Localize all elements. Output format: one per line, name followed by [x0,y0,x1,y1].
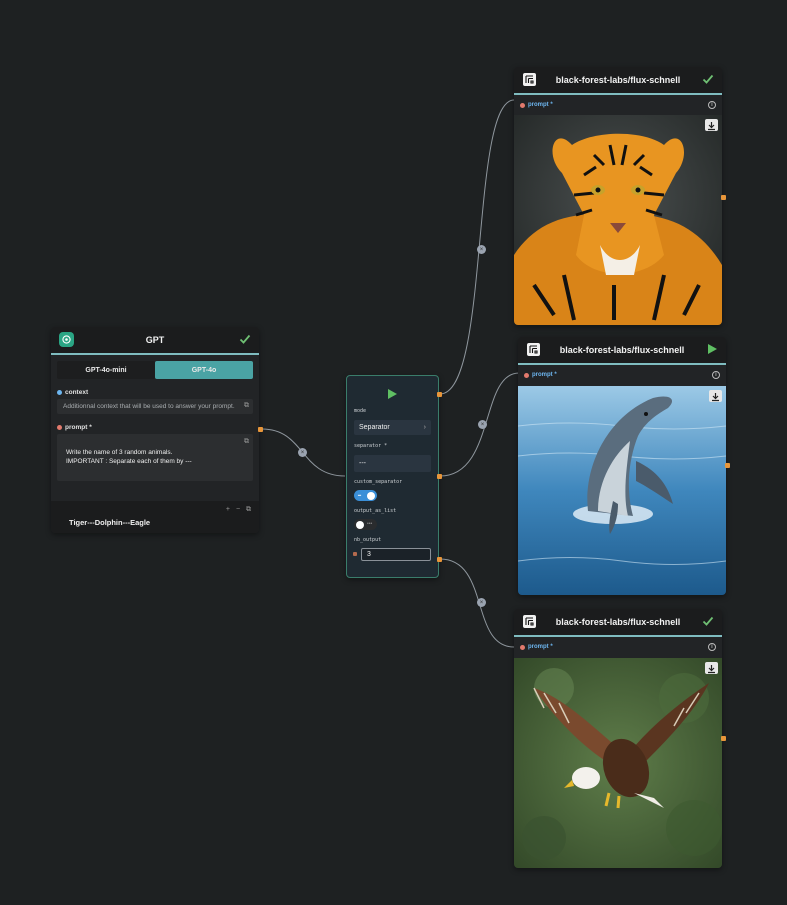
separator-output-port-3[interactable] [437,557,442,562]
generated-image-eagle [514,658,722,868]
separator-node[interactable]: mode Separator › separator * --- custom_… [346,375,439,578]
prompt-input-row[interactable]: prompt * i [514,637,722,657]
custom-separator-label: custom_separator [354,479,403,485]
gpt-output-text: Tiger---Dolphin---Eagle [69,518,151,527]
context-port-dot[interactable] [57,389,62,395]
tab-gpt-4o[interactable]: GPT-4o [155,361,253,379]
separator-value: --- [359,460,366,467]
separator-output-port-2[interactable] [437,474,442,479]
gpt-logo-icon [59,332,74,347]
flux-node-header[interactable]: black-forest-labs/flux-schnell [514,609,722,635]
prompt-port-dot[interactable] [57,424,62,430]
context-placeholder: Additionnal context that will be used to… [63,403,235,410]
remove-edge-icon[interactable]: × [298,448,307,457]
mode-label: mode [354,408,367,414]
model-tabs: GPT-4o-mini GPT-4o [57,361,253,379]
flux-logo-icon [523,615,536,628]
generated-image-dolphin [518,386,726,595]
remove-edge-icon[interactable]: × [477,245,486,254]
play-icon[interactable] [706,343,718,355]
nb-output-input[interactable]: 3 [361,548,431,561]
external-link-icon[interactable]: ⧉ [244,437,249,446]
prompt-port-dot[interactable] [524,372,529,378]
nb-output-label: nb_output [354,537,382,543]
flux-logo-icon [527,343,540,356]
separator-output-port-1[interactable] [437,392,442,397]
chevron-right-icon: › [423,424,426,431]
mode-value: Separator [359,424,390,431]
gpt-output-panel: + − ⧉ Tiger---Dolphin---Eagle [51,501,259,533]
header-accent-line [51,353,259,355]
prompt-label-text: prompt * [528,644,553,650]
info-icon[interactable]: i [708,643,716,651]
nb-output-port[interactable] [353,552,357,556]
prompt-label-text: prompt * [528,102,553,108]
prompt-label-text: prompt * [65,423,92,431]
nb-output-value: 3 [367,551,371,558]
remove-edge-icon[interactable]: × [478,420,487,429]
info-icon[interactable]: i [712,371,720,379]
check-icon [239,334,251,344]
flux-node-title: black-forest-labs/flux-schnell [559,345,685,355]
gpt-node-title: GPT [145,335,165,345]
flux-output-port[interactable] [725,463,730,468]
context-label: context [57,388,259,396]
download-icon[interactable] [705,119,718,131]
flux-output-port[interactable] [721,195,726,200]
output-as-list-toggle[interactable]: ••• [354,519,377,530]
prompt-port-dot[interactable] [520,102,525,108]
custom-separator-toggle[interactable]: ━ [354,490,377,501]
play-icon[interactable] [387,388,398,400]
gpt-output-port[interactable] [258,427,263,432]
workflow-canvas[interactable]: × × × × GPT GPT-4o-mini GPT-4o context A… [0,0,787,905]
gpt-node[interactable]: GPT GPT-4o-mini GPT-4o context Additionn… [51,327,259,533]
flux-node-1[interactable]: black-forest-labs/flux-schnell prompt * … [514,67,722,325]
check-icon [702,74,714,84]
tab-gpt-4o-mini[interactable]: GPT-4o-mini [57,361,155,379]
prompt-label: prompt * [57,423,259,431]
generated-image-tiger [514,115,722,325]
prompt-value: Write the name of 3 random animals. IMPO… [66,449,192,465]
flux-logo-icon [523,73,536,86]
flux-node-title: black-forest-labs/flux-schnell [555,617,681,627]
separator-input[interactable]: --- [354,455,431,472]
prompt-port-dot[interactable] [520,644,525,650]
gpt-node-header[interactable]: GPT [51,327,259,353]
toggle-knob [356,521,364,529]
context-label-text: context [65,388,89,396]
flux-node-header[interactable]: black-forest-labs/flux-schnell [514,67,722,93]
flux-node-3[interactable]: black-forest-labs/flux-schnell prompt * … [514,609,722,868]
flux-node-2[interactable]: black-forest-labs/flux-schnell prompt * … [518,337,726,595]
separator-label: separator * [354,443,388,449]
output-as-list-label: output_as_list [354,508,397,514]
info-icon[interactable]: i [708,101,716,109]
prompt-input-row[interactable]: prompt * i [518,365,726,385]
mode-select[interactable]: Separator › [354,420,431,435]
flux-node-header[interactable]: black-forest-labs/flux-schnell [518,337,726,363]
flux-node-title: black-forest-labs/flux-schnell [555,75,681,85]
toggle-knob [367,492,375,500]
context-field[interactable]: Additionnal context that will be used to… [57,399,253,414]
flux-output-port[interactable] [721,736,726,741]
prompt-field[interactable]: Write the name of 3 random animals. IMPO… [57,434,253,481]
check-icon [702,616,714,626]
remove-edge-icon[interactable]: × [477,598,486,607]
download-icon[interactable] [705,662,718,674]
prompt-input-row[interactable]: prompt * i [514,95,722,115]
output-controls[interactable]: + − ⧉ [226,506,253,514]
download-icon[interactable] [709,390,722,402]
external-link-icon[interactable]: ⧉ [244,402,249,410]
prompt-label-text: prompt * [532,372,557,378]
